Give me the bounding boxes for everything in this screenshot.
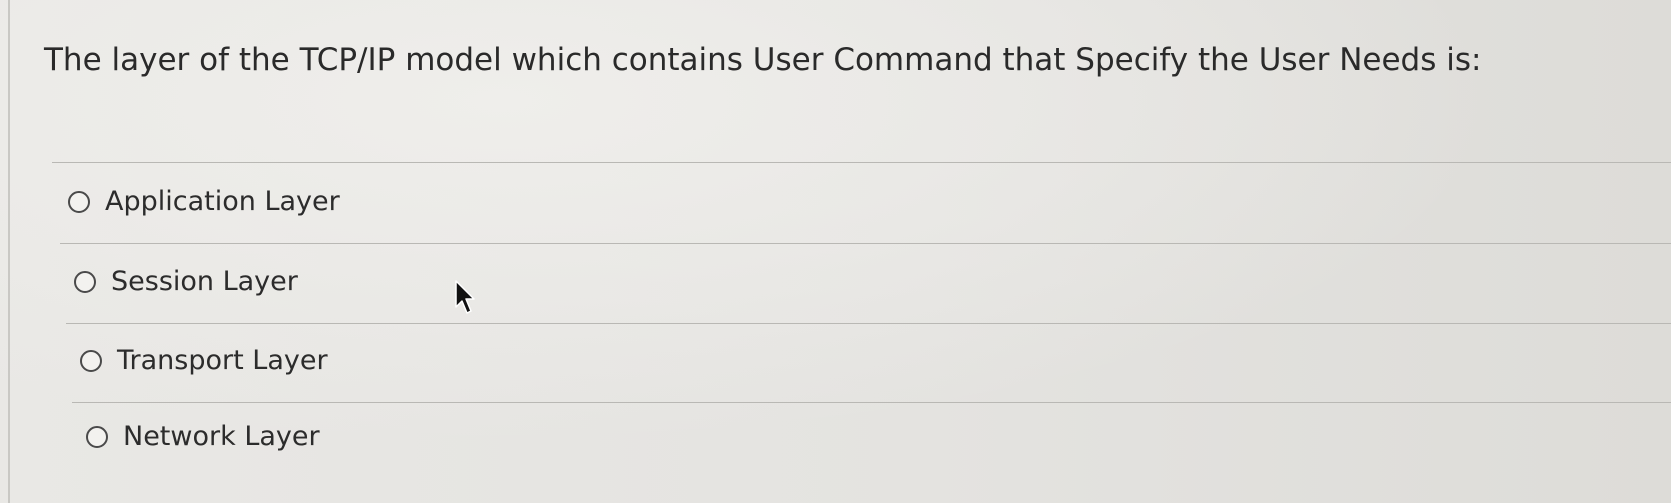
radio-button-icon[interactable] <box>68 191 90 213</box>
option-label: Transport Layer <box>117 345 328 376</box>
quiz-screen: The layer of the TCP/IP model which cont… <box>0 0 1671 503</box>
option-transport-layer[interactable]: Transport Layer <box>80 341 328 381</box>
radio-button-icon[interactable] <box>86 426 108 448</box>
arrow-pointer-icon <box>455 280 475 314</box>
option-application-layer[interactable]: Application Layer <box>68 182 340 222</box>
option-divider <box>72 402 1671 403</box>
question-divider <box>52 162 1671 163</box>
question-text: The layer of the TCP/IP model which cont… <box>44 42 1482 78</box>
left-border <box>8 0 10 503</box>
radio-button-icon[interactable] <box>80 350 102 372</box>
radio-button-icon[interactable] <box>74 271 96 293</box>
option-label: Network Layer <box>123 421 320 452</box>
option-divider <box>66 323 1671 324</box>
option-divider <box>60 243 1671 244</box>
option-label: Session Layer <box>111 266 298 297</box>
option-session-layer[interactable]: Session Layer <box>74 262 298 302</box>
option-label: Application Layer <box>105 186 340 217</box>
option-network-layer[interactable]: Network Layer <box>86 417 320 457</box>
